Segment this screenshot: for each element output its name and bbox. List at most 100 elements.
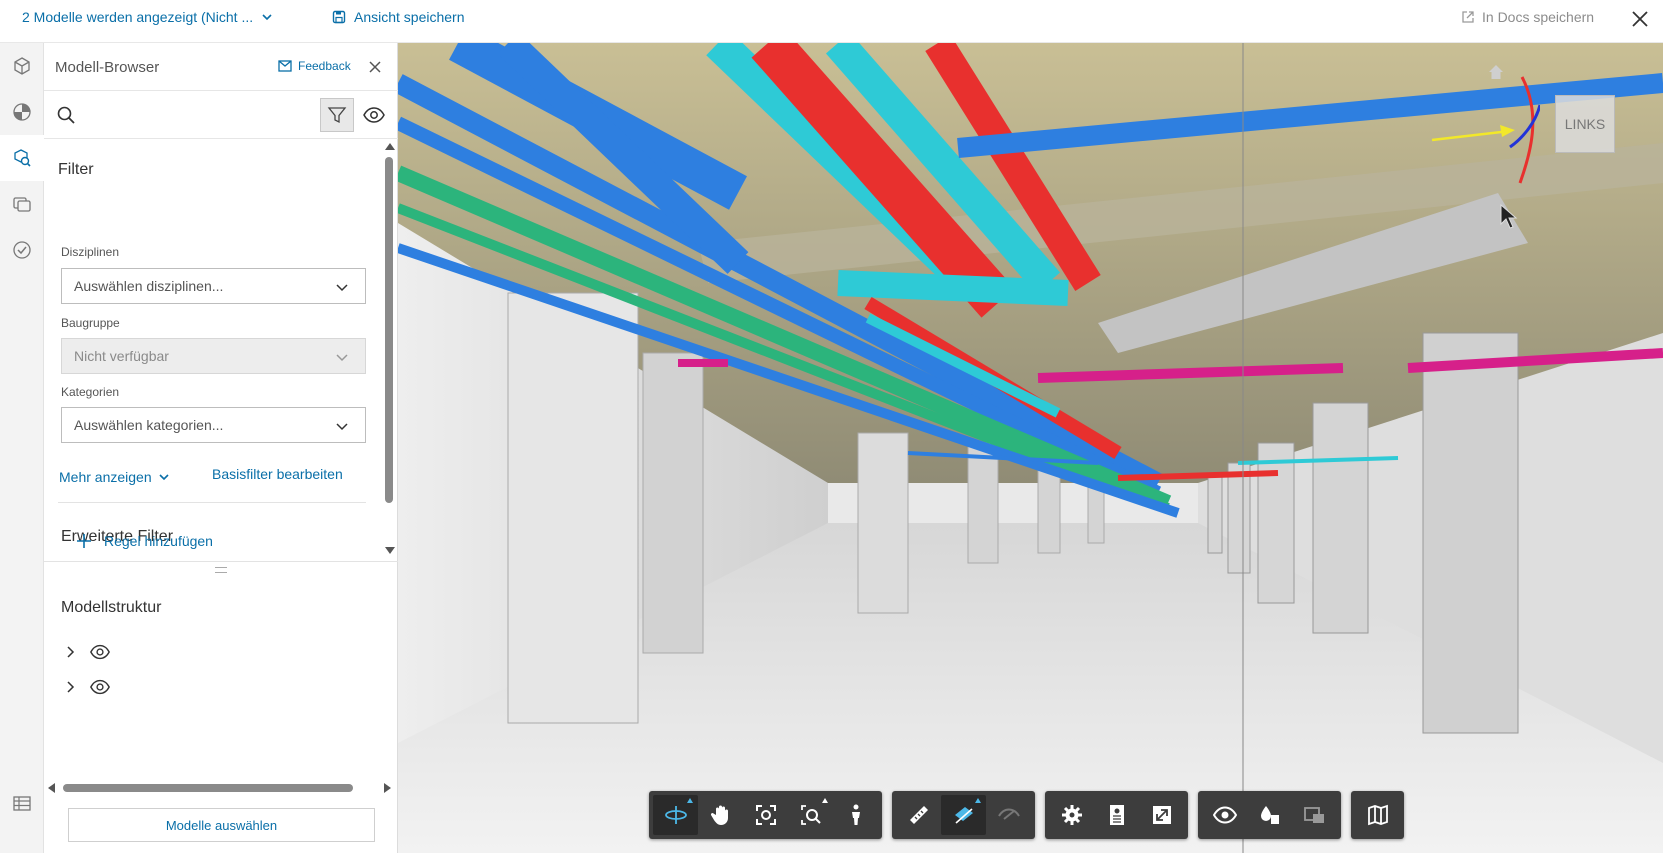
measure-tools — [892, 791, 1035, 839]
submenu-indicator — [975, 798, 981, 803]
filter-toggle-button[interactable] — [320, 98, 354, 132]
viewer-toolbar — [649, 791, 1404, 839]
layers-icon — [13, 197, 31, 212]
model-browser-icon — [14, 149, 31, 167]
model-browser-panel: Modell-Browser Feedback Filter Disziplin… — [44, 43, 398, 853]
edit-base-filter-link[interactable]: Basisfilter bearbeiten — [212, 466, 343, 482]
pan-button[interactable] — [698, 795, 743, 835]
measure-button[interactable] — [896, 795, 941, 835]
submenu-indicator — [822, 798, 828, 803]
fit-view-button[interactable] — [743, 795, 788, 835]
vertical-scrollbar[interactable] — [381, 143, 397, 557]
scroll-left-arrow-icon[interactable] — [48, 783, 55, 793]
close-icon[interactable] — [1630, 9, 1650, 29]
fit-view-icon — [755, 805, 776, 825]
scroll-up-arrow-icon[interactable] — [385, 143, 395, 150]
walk-button[interactable] — [833, 795, 878, 835]
view-tools — [1198, 791, 1341, 839]
properties-icon — [1109, 805, 1124, 825]
rail-model-browser-button[interactable] — [0, 135, 44, 181]
save-icon — [332, 10, 346, 24]
resize-handle[interactable] — [215, 567, 227, 573]
feedback-link[interactable]: Feedback — [278, 59, 351, 73]
settings-button[interactable] — [1049, 795, 1094, 835]
zoom-window-icon — [800, 805, 821, 825]
scrollbar-thumb[interactable] — [385, 157, 393, 503]
categories-select[interactable]: Auswählen kategorien... — [61, 407, 366, 443]
select-models-button[interactable]: Modelle auswählen — [68, 808, 375, 842]
model-swap-button[interactable] — [1292, 795, 1337, 835]
disciplines-select[interactable]: Auswählen disziplinen... — [61, 268, 366, 304]
rail-appearance-button[interactable] — [0, 89, 44, 135]
table-icon — [13, 796, 31, 811]
search-row — [44, 91, 398, 139]
model-swap-icon — [1303, 807, 1324, 823]
horizontal-scrollbar[interactable] — [48, 781, 394, 795]
export-icon — [1462, 11, 1474, 23]
save-to-docs-label: In Docs speichern — [1482, 9, 1595, 25]
show-more-link[interactable]: Mehr anzeigen — [59, 469, 170, 485]
visibility-button[interactable] — [1202, 795, 1247, 835]
eye-icon[interactable] — [89, 641, 111, 663]
rail-models-button[interactable] — [0, 43, 44, 89]
section-divider — [44, 561, 398, 562]
chevron-right-icon[interactable] — [63, 645, 77, 659]
rail-layers-button[interactable] — [0, 181, 44, 227]
fullscreen-button[interactable] — [1139, 795, 1184, 835]
chevron-down-icon — [336, 354, 348, 362]
eye-icon[interactable] — [89, 676, 111, 698]
rail-table-button[interactable] — [0, 783, 44, 823]
map-button[interactable] — [1355, 795, 1400, 835]
disciplines-value: Auswählen disziplinen... — [74, 278, 224, 294]
section-icon — [954, 807, 973, 824]
close-panel-icon[interactable] — [366, 58, 384, 76]
explode-button[interactable] — [1247, 795, 1292, 835]
section-button[interactable] — [941, 795, 986, 835]
view-cube[interactable]: LINKS — [1555, 95, 1615, 153]
explode-icon — [1260, 806, 1279, 824]
divider — [58, 502, 366, 503]
model-structure-heading: Modellstruktur — [61, 599, 162, 616]
mail-icon — [278, 60, 292, 72]
model-selector-label: 2 Modelle werden angezeigt (Nicht ... — [22, 9, 254, 25]
search-icon — [57, 106, 75, 124]
save-view-label: Ansicht speichern — [354, 9, 465, 25]
settings-icon — [1061, 805, 1082, 825]
left-rail — [0, 43, 44, 853]
chevron-right-icon[interactable] — [63, 680, 77, 694]
zoom-window-button[interactable] — [788, 795, 833, 835]
scroll-down-arrow-icon[interactable] — [385, 547, 395, 554]
view-cube-axes — [1431, 76, 1540, 184]
feedback-label: Feedback — [298, 59, 351, 73]
filter-section: Filter Disziplinen Auswählen disziplinen… — [44, 139, 379, 555]
panel-title: Modell-Browser — [55, 59, 160, 76]
walk-icon — [851, 804, 860, 825]
scrollbar-thumb[interactable] — [63, 784, 353, 792]
properties-button[interactable] — [1094, 795, 1139, 835]
filter-heading: Filter — [58, 161, 94, 178]
sphere-icon — [13, 103, 31, 121]
model-selector[interactable]: 2 Modelle werden angezeigt (Nicht ... — [22, 9, 273, 25]
eye-icon[interactable] — [362, 103, 386, 127]
scroll-right-arrow-icon[interactable] — [384, 783, 391, 793]
orbit-icon — [664, 806, 687, 824]
save-view-button[interactable]: Ansicht speichern — [332, 9, 465, 25]
chevron-down-icon — [336, 284, 348, 292]
chevron-down-icon — [159, 474, 169, 481]
assembly-select: Nicht verfügbar — [61, 338, 366, 374]
measure-icon — [909, 806, 928, 824]
fullscreen-icon — [1152, 806, 1171, 824]
hide-button[interactable] — [986, 795, 1031, 835]
rail-issues-button[interactable] — [0, 227, 44, 273]
add-rule-button[interactable]: Regel hinzufügen — [76, 533, 213, 549]
search-input[interactable] — [84, 101, 304, 129]
assembly-label: Baugruppe — [61, 316, 120, 330]
hide-icon — [997, 808, 1020, 820]
save-to-docs-button[interactable]: In Docs speichern — [1461, 9, 1594, 25]
map-icon — [1367, 804, 1388, 826]
orbit-button[interactable] — [653, 795, 698, 835]
mouse-cursor-icon — [1500, 204, 1518, 229]
navigation-tools — [649, 791, 882, 839]
panel-header: Modell-Browser Feedback — [44, 43, 398, 91]
visibility-icon — [1212, 806, 1237, 824]
